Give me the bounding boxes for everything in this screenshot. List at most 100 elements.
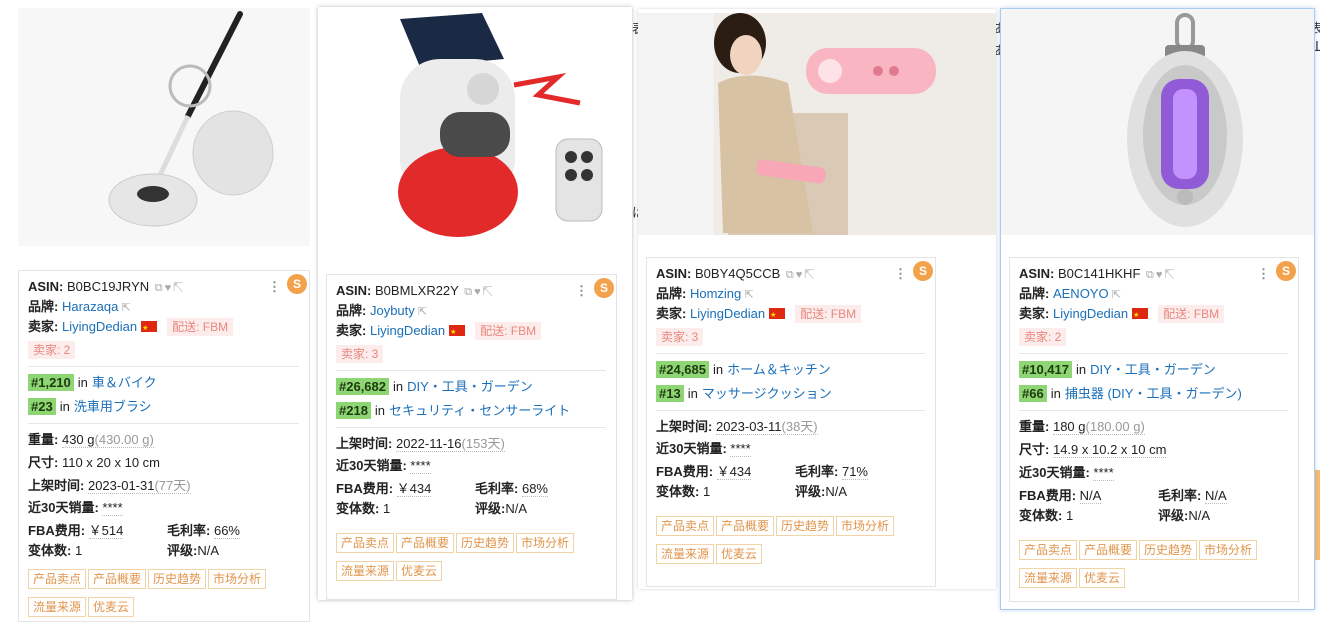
overview-button[interactable]: 产品概要 xyxy=(716,516,775,536)
seller-link[interactable]: LiyingDedian xyxy=(1053,306,1128,321)
variants-label: 变体数: xyxy=(28,543,72,558)
seller-label: 卖家: xyxy=(336,323,367,338)
listed-label: 上架时间: xyxy=(336,436,393,451)
product-card[interactable]: ASIN: B0C141HKHF ⧉♥⇱ ⋮ S 品牌: AENOYO ⇱ 卖家… xyxy=(1000,8,1315,610)
product-image[interactable] xyxy=(318,7,632,253)
selling-points-button[interactable]: 产品卖点 xyxy=(1019,540,1078,560)
more-menu-icon[interactable]: ⋮ xyxy=(894,264,907,284)
sales-value: **** xyxy=(730,441,751,457)
history-trend-button[interactable]: 历史趋势 xyxy=(776,516,835,536)
seller-link[interactable]: LiyingDedian xyxy=(370,323,445,338)
product-image[interactable] xyxy=(18,8,310,246)
heart-icon[interactable]: ♥ xyxy=(474,286,483,298)
category-link[interactable]: マッサージクッション xyxy=(702,386,832,401)
listed-label: 上架时间: xyxy=(28,478,85,493)
product-card[interactable]: ASIN: B0BC19JRYN ⧉♥⇱ ⋮ S 品牌: Harazaqa ⇱ … xyxy=(18,8,310,622)
external-link-icon[interactable]: ⇱ xyxy=(483,286,495,298)
extension-logo-icon[interactable]: S xyxy=(287,274,307,294)
product-image[interactable] xyxy=(1001,9,1314,235)
overview-button[interactable]: 产品概要 xyxy=(1079,540,1138,560)
market-analysis-button[interactable]: 市场分析 xyxy=(208,569,267,589)
youmaiyun-button[interactable]: 优麦云 xyxy=(1079,568,1126,588)
seller-label: 卖家: xyxy=(1019,306,1050,321)
traffic-source-button[interactable]: 流量来源 xyxy=(1019,568,1078,588)
copy-icon[interactable]: ⧉ xyxy=(464,286,474,298)
copy-icon[interactable]: ⧉ xyxy=(1146,269,1156,281)
in-text: in xyxy=(59,399,70,414)
fba-label: FBA费用: xyxy=(336,481,394,496)
product-image[interactable] xyxy=(638,13,996,235)
seller-count-badge[interactable]: 卖家: 2 xyxy=(1019,328,1067,346)
product-card[interactable]: ASIN: B0BY4Q5CCB ⧉♥⇱ ⋮ S 品牌: Homzing ⇱ 卖… xyxy=(638,9,996,589)
copy-icon[interactable]: ⧉ xyxy=(155,282,165,294)
traffic-source-button[interactable]: 流量来源 xyxy=(28,597,87,617)
market-analysis-button[interactable]: 市场分析 xyxy=(516,533,575,553)
margin-label: 毛利率: xyxy=(475,481,519,496)
seller-count-badge[interactable]: 卖家: 3 xyxy=(336,345,384,363)
fba-value: N/A xyxy=(1079,488,1102,504)
extension-logo-icon[interactable]: S xyxy=(913,261,933,281)
brand-link[interactable]: Joybuty xyxy=(370,303,415,318)
size-value: 14.9 x 10.2 x 10 cm xyxy=(1052,442,1167,458)
asin-value[interactable]: B0BC19JRYN xyxy=(67,279,149,294)
asin-label: ASIN: xyxy=(656,266,692,281)
rank-badge: #218 xyxy=(336,402,371,419)
external-link-icon[interactable]: ⇱ xyxy=(1112,289,1121,301)
copy-icon[interactable]: ⧉ xyxy=(786,269,796,281)
history-trend-button[interactable]: 历史趋势 xyxy=(148,569,207,589)
external-link-icon[interactable]: ⇱ xyxy=(121,302,130,314)
rating-label: 评级: xyxy=(475,501,506,516)
fulfillment-badge: 配送: FBM xyxy=(475,322,542,340)
asin-value[interactable]: B0BMLXR22Y xyxy=(375,283,459,298)
fba-value: ￥434 xyxy=(716,464,752,480)
youmaiyun-button[interactable]: 优麦云 xyxy=(396,561,443,581)
traffic-source-button[interactable]: 流量来源 xyxy=(656,544,715,564)
external-link-icon[interactable]: ⇱ xyxy=(1164,269,1176,281)
category-link[interactable]: DIY・工具・ガーデン xyxy=(1090,362,1216,377)
more-menu-icon[interactable]: ⋮ xyxy=(1257,264,1270,284)
listed-date: 2023-03-11 xyxy=(715,419,782,434)
external-link-icon[interactable]: ⇱ xyxy=(173,282,185,294)
overview-button[interactable]: 产品概要 xyxy=(88,569,147,589)
external-link-icon[interactable]: ⇱ xyxy=(744,289,753,301)
brand-link[interactable]: AENOYO xyxy=(1053,286,1109,301)
seller-link[interactable]: LiyingDedian xyxy=(690,306,765,321)
listed-days: (153天) xyxy=(461,436,505,451)
market-analysis-button[interactable]: 市场分析 xyxy=(836,516,895,536)
more-menu-icon[interactable]: ⋮ xyxy=(268,277,281,297)
brand-link[interactable]: Homzing xyxy=(690,286,741,301)
seller-count-badge[interactable]: 卖家: 3 xyxy=(656,328,704,346)
youmaiyun-button[interactable]: 优麦云 xyxy=(716,544,763,564)
fulfillment-badge: 配送: FBM xyxy=(167,318,234,336)
traffic-source-button[interactable]: 流量来源 xyxy=(336,561,395,581)
category-link[interactable]: 捕虫器 (DIY・工具・ガーデン) xyxy=(1065,386,1242,401)
history-trend-button[interactable]: 历史趋势 xyxy=(456,533,515,553)
more-menu-icon[interactable]: ⋮ xyxy=(575,281,588,301)
category-link[interactable]: 車＆バイク xyxy=(92,375,157,390)
selling-points-button[interactable]: 产品卖点 xyxy=(336,533,395,553)
asin-value[interactable]: B0BY4Q5CCB xyxy=(695,266,780,281)
weight-alt: (180.00 g) xyxy=(1085,419,1145,434)
china-flag-icon xyxy=(769,306,786,326)
category-link[interactable]: 洗車用ブラシ xyxy=(74,399,152,414)
selling-points-button[interactable]: 产品卖点 xyxy=(656,516,715,536)
seller-link[interactable]: LiyingDedian xyxy=(62,319,137,334)
extension-logo-icon[interactable]: S xyxy=(594,278,614,298)
external-link-icon[interactable]: ⇱ xyxy=(418,306,427,318)
seller-count-badge[interactable]: 卖家: 2 xyxy=(28,341,76,359)
category-link[interactable]: ホーム＆キッチン xyxy=(727,362,831,377)
market-analysis-button[interactable]: 市场分析 xyxy=(1199,540,1258,560)
asin-value[interactable]: B0C141HKHF xyxy=(1058,266,1140,281)
external-link-icon[interactable]: ⇱ xyxy=(804,269,816,281)
brand-link[interactable]: Harazaqa xyxy=(62,299,118,314)
heart-icon[interactable]: ♥ xyxy=(165,282,174,294)
category-link[interactable]: DIY・工具・ガーデン xyxy=(407,379,533,394)
overview-button[interactable]: 产品概要 xyxy=(396,533,455,553)
product-card[interactable]: ASIN: B0BMLXR22Y ⧉♥⇱ ⋮ S 品牌: Joybuty ⇱ 卖… xyxy=(318,7,632,600)
category-link[interactable]: セキュリティ・センサーライト xyxy=(389,403,570,418)
history-trend-button[interactable]: 历史趋势 xyxy=(1139,540,1198,560)
selling-points-button[interactable]: 产品卖点 xyxy=(28,569,87,589)
listed-days: (38天) xyxy=(781,419,818,434)
extension-logo-icon[interactable]: S xyxy=(1276,261,1296,281)
youmaiyun-button[interactable]: 优麦云 xyxy=(88,597,135,617)
